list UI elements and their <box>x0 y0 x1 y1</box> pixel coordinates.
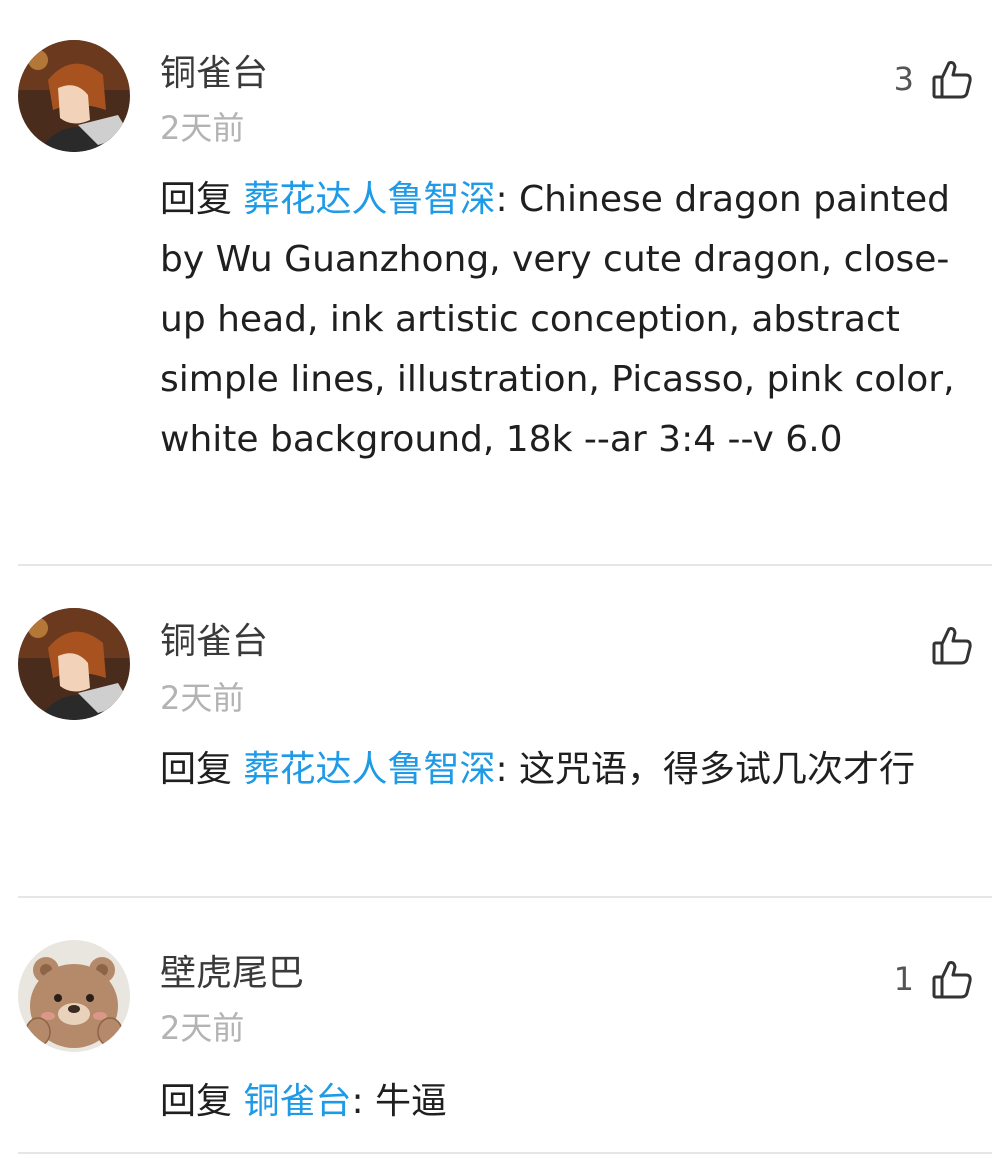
user-avatar[interactable] <box>18 940 130 1052</box>
reply-target-link[interactable]: 铜雀台 <box>243 1081 351 1122</box>
reply-target-link[interactable]: 葬花达人鲁智深 <box>243 749 495 790</box>
like-button[interactable]: 1 <box>894 956 974 1002</box>
like-button[interactable]: 3 <box>894 56 974 102</box>
reply-target-link[interactable]: 葬花达人鲁智深 <box>243 179 495 220</box>
comment-text: Chinese dragon painted by Wu Guanzhong, … <box>160 179 955 460</box>
reply-prefix: 回复 <box>160 179 244 220</box>
like-count: 1 <box>893 960 914 998</box>
anime-boy-avatar-icon <box>18 608 130 720</box>
comment-text: 牛逼 <box>375 1081 448 1122</box>
comment-body: 回复 葬花达人鲁智深: Chinese dragon painted by Wu… <box>160 170 960 470</box>
like-count: 3 <box>893 60 914 98</box>
timestamp: 2天前 <box>160 109 245 147</box>
thumbs-up-icon[interactable] <box>930 57 974 101</box>
divider <box>18 564 992 566</box>
reply-separator: : <box>495 179 520 220</box>
divider <box>18 1152 992 1154</box>
divider <box>18 896 992 898</box>
reply-separator: : <box>351 1081 376 1122</box>
comment-text: 这咒语，得多试几次才行 <box>519 749 916 790</box>
like-button[interactable] <box>914 622 974 668</box>
username[interactable]: 铜雀台 <box>160 52 268 96</box>
anime-boy-avatar-icon <box>18 40 130 152</box>
user-avatar[interactable] <box>18 608 130 720</box>
reply-prefix: 回复 <box>160 1081 244 1122</box>
bear-avatar-icon <box>18 940 130 1052</box>
thumbs-up-icon[interactable] <box>930 957 974 1001</box>
reply-separator: : <box>495 749 520 790</box>
user-avatar[interactable] <box>18 40 130 152</box>
timestamp: 2天前 <box>160 1009 245 1047</box>
comment-body: 回复 铜雀台: 牛逼 <box>160 1072 960 1132</box>
timestamp: 2天前 <box>160 679 245 717</box>
comment-body: 回复 葬花达人鲁智深: 这咒语，得多试几次才行 <box>160 740 960 800</box>
username[interactable]: 壁虎尾巴 <box>160 952 304 996</box>
thumbs-up-icon[interactable] <box>930 623 974 667</box>
username[interactable]: 铜雀台 <box>160 620 268 664</box>
reply-prefix: 回复 <box>160 749 244 790</box>
